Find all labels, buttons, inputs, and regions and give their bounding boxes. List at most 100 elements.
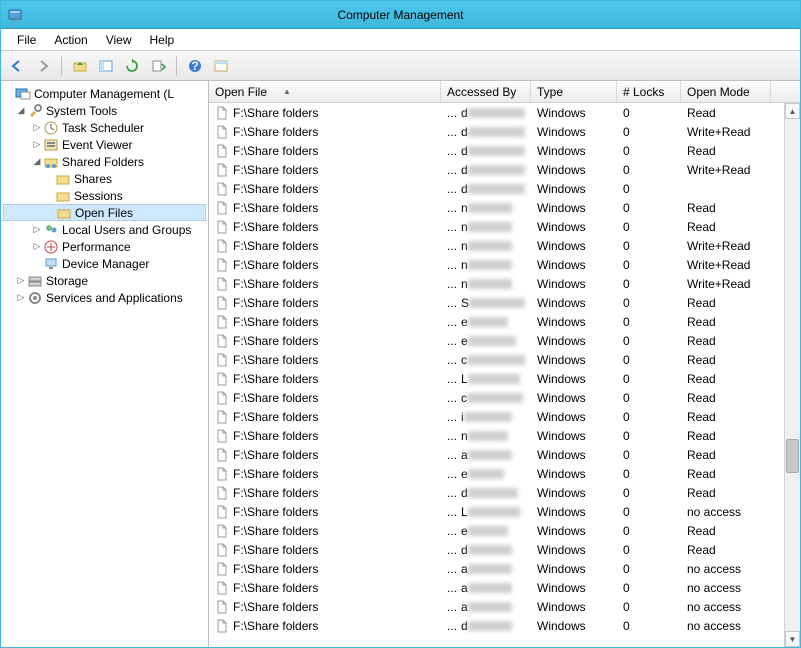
table-row[interactable]: F:\Share folders...dWindows0no access bbox=[209, 616, 800, 635]
toolbar: ? bbox=[1, 51, 800, 81]
tree-performance[interactable]: ▷ Performance bbox=[3, 238, 206, 255]
menu-help[interactable]: Help bbox=[142, 31, 183, 49]
cell-type: Windows bbox=[531, 580, 617, 596]
table-row[interactable]: F:\Share folders...aWindows0no access bbox=[209, 597, 800, 616]
table-row[interactable]: F:\Share folders...cWindows0Read bbox=[209, 388, 800, 407]
column-header-accessed-by[interactable]: Accessed By bbox=[441, 81, 531, 102]
tree-label: Storage bbox=[46, 274, 88, 288]
export-list-button[interactable] bbox=[146, 54, 170, 78]
expander-icon[interactable]: ▷ bbox=[31, 224, 43, 235]
scroll-down-button[interactable]: ▼ bbox=[785, 631, 800, 647]
table-row[interactable]: F:\Share folders...aWindows0no access bbox=[209, 559, 800, 578]
table-row[interactable]: F:\Share folders...dWindows0Write+Read bbox=[209, 160, 800, 179]
titlebar[interactable]: Computer Management bbox=[1, 1, 800, 29]
list-body[interactable]: F:\Share folders...dWindows0ReadF:\Share… bbox=[209, 103, 800, 647]
disconnect-all-button[interactable] bbox=[209, 54, 233, 78]
tree-local-users[interactable]: ▷ Local Users and Groups bbox=[3, 221, 206, 238]
show-hide-tree-button[interactable] bbox=[94, 54, 118, 78]
table-row[interactable]: F:\Share folders...LWindows0Read bbox=[209, 369, 800, 388]
file-icon bbox=[215, 220, 229, 234]
forward-button[interactable] bbox=[31, 54, 55, 78]
column-header-type[interactable]: Type bbox=[531, 81, 617, 102]
column-header-open-mode[interactable]: Open Mode bbox=[681, 81, 771, 102]
vertical-scrollbar[interactable]: ▲ ▼ bbox=[784, 103, 800, 647]
cell-type: Windows bbox=[531, 542, 617, 558]
cell-type: Windows bbox=[531, 181, 617, 197]
cell-open-file: F:\Share folders bbox=[209, 238, 441, 254]
table-row[interactable]: F:\Share folders...cWindows0Read bbox=[209, 350, 800, 369]
column-header-locks[interactable]: # Locks bbox=[617, 81, 681, 102]
cell-open-mode: no access bbox=[681, 580, 771, 596]
tree-services-apps[interactable]: ▷ Services and Applications bbox=[3, 289, 206, 306]
column-header-open-file[interactable]: Open File▲ bbox=[209, 81, 441, 102]
table-row[interactable]: F:\Share folders...nWindows0Read bbox=[209, 198, 800, 217]
content-area: Computer Management (L ◢ System Tools ▷ … bbox=[1, 81, 800, 647]
table-row[interactable]: F:\Share folders...nWindows0Write+Read bbox=[209, 236, 800, 255]
menu-file[interactable]: File bbox=[9, 31, 44, 49]
cell-accessed-by: ...n bbox=[441, 238, 531, 254]
cell-open-mode: Read bbox=[681, 523, 771, 539]
table-row[interactable]: F:\Share folders...aWindows0no access bbox=[209, 578, 800, 597]
file-icon bbox=[215, 144, 229, 158]
tree-task-scheduler[interactable]: ▷ Task Scheduler bbox=[3, 119, 206, 136]
table-row[interactable]: F:\Share folders...nWindows0Write+Read bbox=[209, 274, 800, 293]
scroll-up-button[interactable]: ▲ bbox=[785, 103, 800, 119]
tree-storage[interactable]: ▷ Storage bbox=[3, 272, 206, 289]
expander-icon[interactable]: ▷ bbox=[15, 275, 27, 286]
table-row[interactable]: F:\Share folders...dWindows0Read bbox=[209, 103, 800, 122]
tree-system-tools[interactable]: ◢ System Tools bbox=[3, 102, 206, 119]
scroll-thumb[interactable] bbox=[786, 439, 799, 473]
cell-open-file: F:\Share folders bbox=[209, 105, 441, 121]
table-row[interactable]: F:\Share folders...dWindows0Read bbox=[209, 540, 800, 559]
table-row[interactable]: F:\Share folders...dWindows0Write+Read bbox=[209, 122, 800, 141]
forward-arrow-icon bbox=[35, 58, 51, 74]
help-button[interactable]: ? bbox=[183, 54, 207, 78]
tree-shares[interactable]: Shares bbox=[3, 170, 206, 187]
cell-type: Windows bbox=[531, 219, 617, 235]
cell-accessed-by: ...c bbox=[441, 352, 531, 368]
table-row[interactable]: F:\Share folders...nWindows0Write+Read bbox=[209, 255, 800, 274]
tree-pane[interactable]: Computer Management (L ◢ System Tools ▷ … bbox=[1, 81, 209, 647]
up-button[interactable] bbox=[68, 54, 92, 78]
shared-folders-icon bbox=[43, 154, 59, 170]
table-row[interactable]: F:\Share folders...aWindows0Read bbox=[209, 445, 800, 464]
back-button[interactable] bbox=[5, 54, 29, 78]
table-row[interactable]: F:\Share folders...nWindows0Read bbox=[209, 217, 800, 236]
scroll-track[interactable] bbox=[785, 119, 800, 631]
menu-view[interactable]: View bbox=[98, 31, 140, 49]
expander-icon[interactable]: ▷ bbox=[31, 122, 43, 133]
tree-shared-folders[interactable]: ◢ Shared Folders bbox=[3, 153, 206, 170]
table-row[interactable]: F:\Share folders...eWindows0Read bbox=[209, 331, 800, 350]
tree-device-manager[interactable]: Device Manager bbox=[3, 255, 206, 272]
cell-open-file: F:\Share folders bbox=[209, 428, 441, 444]
cell-open-mode: no access bbox=[681, 561, 771, 577]
table-row[interactable]: F:\Share folders...eWindows0Read bbox=[209, 464, 800, 483]
cell-type: Windows bbox=[531, 447, 617, 463]
table-row[interactable]: F:\Share folders...LWindows0no access bbox=[209, 502, 800, 521]
table-row[interactable]: F:\Share folders...eWindows0Read bbox=[209, 521, 800, 540]
cell-type: Windows bbox=[531, 124, 617, 140]
table-row[interactable]: F:\Share folders...eWindows0Read bbox=[209, 312, 800, 331]
expander-icon[interactable]: ◢ bbox=[31, 156, 43, 167]
refresh-button[interactable] bbox=[120, 54, 144, 78]
cell-open-mode: Read bbox=[681, 542, 771, 558]
table-row[interactable]: F:\Share folders...dWindows0 bbox=[209, 179, 800, 198]
expander-icon[interactable]: ◢ bbox=[15, 105, 27, 116]
expander-icon[interactable]: ▷ bbox=[15, 292, 27, 303]
table-row[interactable]: F:\Share folders...dWindows0Read bbox=[209, 141, 800, 160]
cell-type: Windows bbox=[531, 257, 617, 273]
expander-icon[interactable]: ▷ bbox=[31, 139, 43, 150]
tree-sessions[interactable]: Sessions bbox=[3, 187, 206, 204]
tree-root[interactable]: Computer Management (L bbox=[3, 85, 206, 102]
menu-action[interactable]: Action bbox=[46, 31, 95, 49]
tree-event-viewer[interactable]: ▷ Event Viewer bbox=[3, 136, 206, 153]
table-row[interactable]: F:\Share folders...dWindows0Read bbox=[209, 483, 800, 502]
cell-accessed-by: ...d bbox=[441, 618, 531, 634]
tree-label: Task Scheduler bbox=[62, 121, 144, 135]
table-row[interactable]: F:\Share folders...SWindows0Read bbox=[209, 293, 800, 312]
expander-icon[interactable]: ▷ bbox=[31, 241, 43, 252]
file-icon bbox=[215, 334, 229, 348]
table-row[interactable]: F:\Share folders...iWindows0Read bbox=[209, 407, 800, 426]
table-row[interactable]: F:\Share folders...nWindows0Read bbox=[209, 426, 800, 445]
tree-open-files[interactable]: Open Files bbox=[3, 204, 206, 221]
